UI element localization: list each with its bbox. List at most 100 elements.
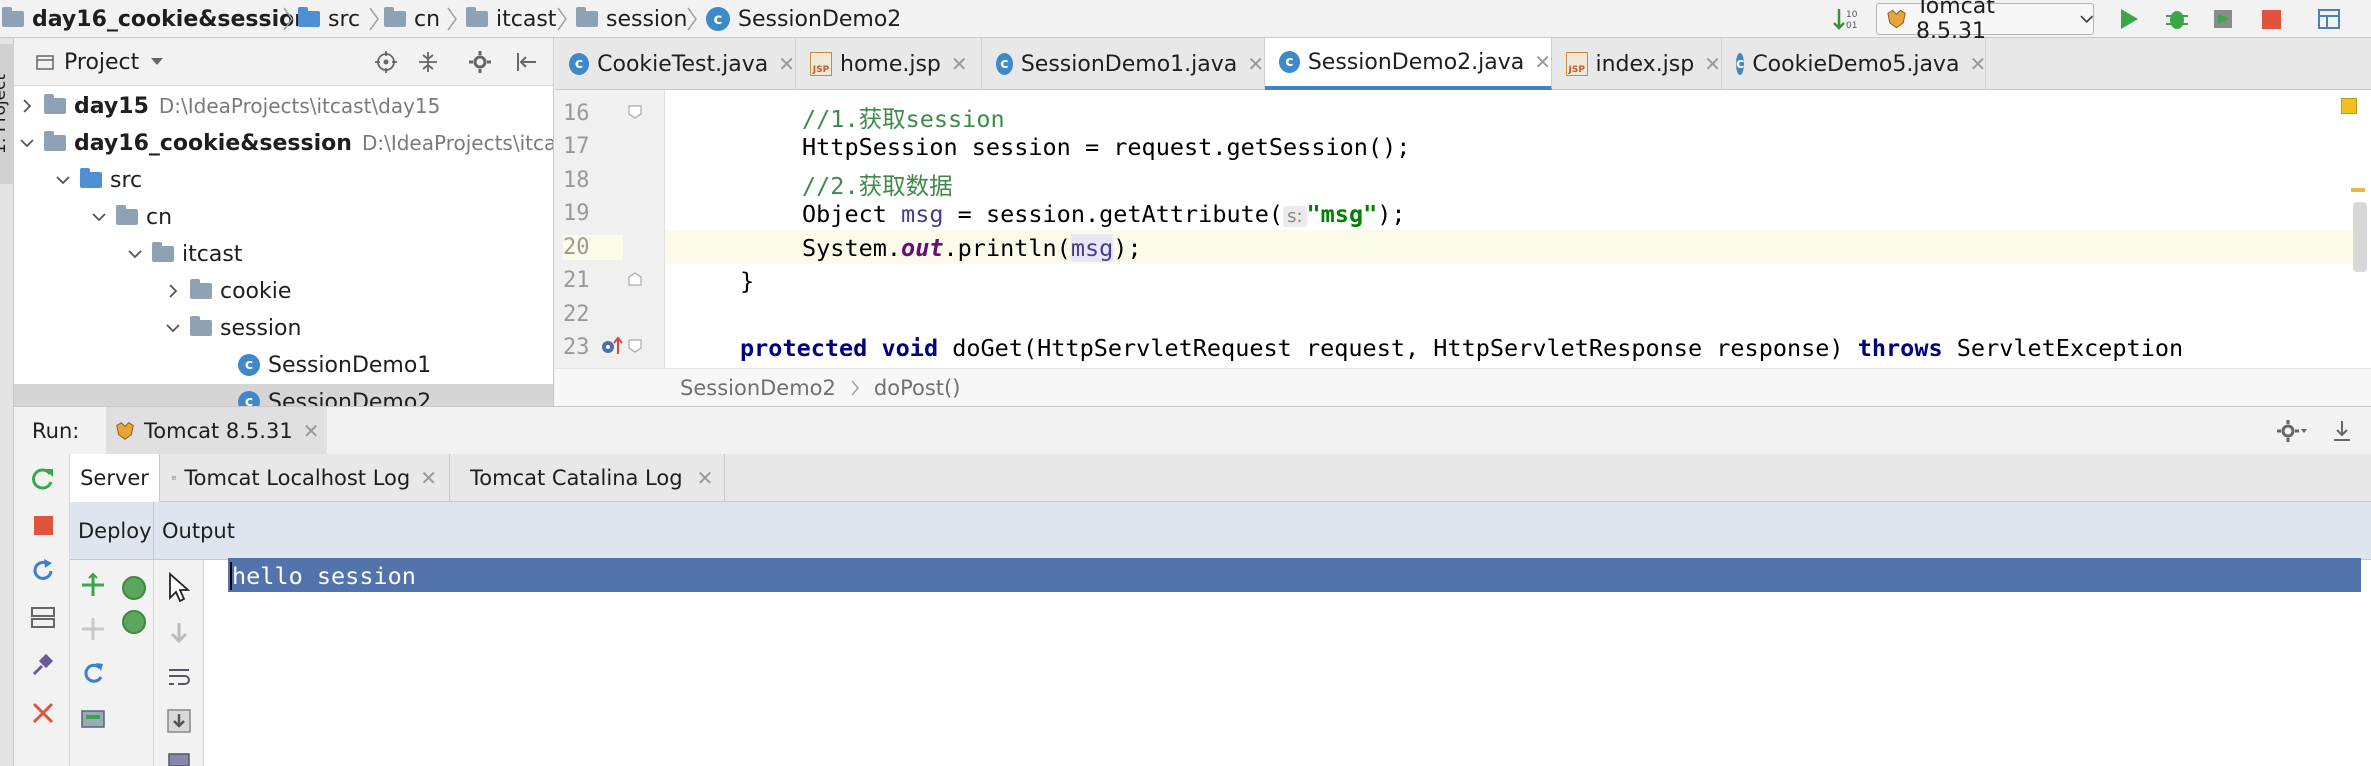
tree-item-sessiondemo1[interactable]: c SessionDemo1 xyxy=(238,347,431,383)
tree-item-cookie[interactable]: cookie xyxy=(190,273,291,309)
gear-icon[interactable] xyxy=(468,50,494,74)
locate-icon[interactable] xyxy=(374,50,398,74)
chevron-down-icon[interactable] xyxy=(128,247,142,261)
close-icon[interactable]: ✕ xyxy=(420,466,437,490)
close-icon[interactable]: ✕ xyxy=(303,419,320,443)
tree-item-src[interactable]: src xyxy=(80,162,142,198)
debug-icon[interactable] xyxy=(2164,6,2190,32)
print-icon[interactable] xyxy=(166,752,192,766)
code-line-23: protected void doGet(HttpServletRequest … xyxy=(740,334,2183,362)
fold-icon[interactable] xyxy=(627,338,643,354)
package-icon xyxy=(384,7,406,27)
run-actions-strip xyxy=(14,454,70,766)
close-icon[interactable]: ✕ xyxy=(1247,52,1264,76)
tomcat-icon xyxy=(116,422,134,440)
package-icon xyxy=(152,242,174,262)
code-line-17: HttpSession session = request.getSession… xyxy=(802,133,1410,161)
stop-icon[interactable] xyxy=(2258,6,2284,32)
chevron-down-icon[interactable] xyxy=(20,136,34,150)
redeploy-icon[interactable] xyxy=(80,660,106,686)
coverage-icon[interactable] xyxy=(2210,6,2236,32)
scroll-marker[interactable] xyxy=(2351,188,2365,192)
package-icon xyxy=(576,7,598,27)
code-line-18: //2.获取数据 xyxy=(802,167,953,201)
code-editor[interactable]: 16 17 18 19 20 21 22 23 //1.获取session Ht… xyxy=(555,90,2371,406)
hide-panel-icon[interactable] xyxy=(514,50,538,74)
tab-server[interactable]: Server xyxy=(70,454,160,502)
editor-breadcrumb-method[interactable]: doPost() xyxy=(874,376,961,400)
project-structure-icon[interactable] xyxy=(2316,6,2342,32)
stop-icon[interactable] xyxy=(30,512,56,538)
chevron-down-icon[interactable] xyxy=(166,321,180,335)
run-window-label: Run: xyxy=(32,419,80,443)
code-line-16: //1.获取session xyxy=(802,100,1005,134)
fold-icon[interactable] xyxy=(627,104,643,120)
soft-wrap-icon[interactable] xyxy=(166,664,192,690)
breadcrumb-class[interactable]: c SessionDemo2 xyxy=(706,0,901,38)
tab-sessiondemo2[interactable]: c SessionDemo2.java ✕ xyxy=(1265,38,1552,90)
breadcrumb-project[interactable]: day16_cookie&session xyxy=(2,0,310,38)
tree-item-day15[interactable]: day15 D:\IdeaProjects\itcast\day15 xyxy=(44,88,440,124)
run-configuration-select[interactable]: Tomcat 8.5.31 xyxy=(1876,0,2094,44)
breadcrumb-cn[interactable]: cn xyxy=(384,0,440,38)
tree-item-sessiondemo2[interactable]: c SessionDemo2 xyxy=(238,384,431,406)
close-icon[interactable] xyxy=(30,700,56,726)
tree-item-day16[interactable]: day16_cookie&session D:\IdeaProjects\itc… xyxy=(44,125,553,161)
breadcrumb-class-label: SessionDemo2 xyxy=(738,6,902,32)
tree-item-session[interactable]: session xyxy=(190,310,301,346)
console-output-line[interactable]: hello session xyxy=(232,559,416,593)
breadcrumb-itcast[interactable]: itcast xyxy=(466,0,556,38)
deployment-column-header[interactable]: Deploy xyxy=(70,502,154,560)
chevron-down-icon[interactable] xyxy=(56,173,70,187)
chevron-right-icon[interactable] xyxy=(20,99,34,113)
tab-tomcat-catalina-log[interactable]: Tomcat Catalina Log ✕ xyxy=(450,454,725,502)
close-icon[interactable]: ✕ xyxy=(951,52,968,76)
tab-sessiondemo1[interactable]: c SessionDemo1.java ✕ xyxy=(982,38,1265,90)
minimize-icon[interactable] xyxy=(2330,419,2354,443)
editor-gutter: 16 17 18 19 20 21 22 23 xyxy=(555,90,665,406)
deploy-icon[interactable] xyxy=(80,572,106,598)
tab-home-jsp[interactable]: JSP home.jsp ✕ xyxy=(796,38,982,90)
close-icon[interactable]: ✕ xyxy=(1969,52,1986,76)
close-icon[interactable]: ✕ xyxy=(778,52,795,76)
update-app-icon[interactable] xyxy=(30,558,56,584)
project-view-selector[interactable]: Project xyxy=(36,38,164,86)
breadcrumb-session[interactable]: session xyxy=(576,0,687,38)
sort-icon[interactable]: 1001 xyxy=(1832,6,1858,32)
editor-breadcrumb-class[interactable]: SessionDemo2 xyxy=(680,376,836,400)
fold-icon[interactable] xyxy=(627,271,643,287)
code-keyword: protected xyxy=(740,334,868,362)
gear-icon[interactable] xyxy=(2276,419,2308,443)
tab-cookiedemo5[interactable]: c CookieDemo5.java ✕ xyxy=(1722,38,1986,90)
code-text: ); xyxy=(1113,234,1142,262)
tree-item-cn[interactable]: cn xyxy=(116,199,172,235)
chevron-right-icon[interactable] xyxy=(166,284,180,298)
column-headers: Deploy Output xyxy=(70,502,2371,560)
inspection-status-icon[interactable] xyxy=(2341,98,2357,114)
override-method-icon[interactable] xyxy=(601,336,623,356)
rerun-icon[interactable] xyxy=(30,466,56,492)
artifact-icon[interactable] xyxy=(80,706,106,732)
project-tool-tab[interactable]: 1: Project xyxy=(0,44,14,184)
tree-item-itcast[interactable]: itcast xyxy=(152,236,242,272)
pin-icon[interactable] xyxy=(30,652,56,678)
run-config-tab[interactable]: Tomcat 8.5.31 ✕ xyxy=(106,407,328,455)
package-icon xyxy=(190,316,212,336)
code-text: doGet(HttpServletRequest request, HttpSe… xyxy=(938,334,1858,362)
run-icon[interactable] xyxy=(2116,6,2142,32)
close-icon[interactable]: ✕ xyxy=(1704,52,1721,76)
vertical-scrollbar-thumb[interactable] xyxy=(2353,202,2367,272)
close-icon[interactable]: ✕ xyxy=(1534,50,1551,74)
tab-index-jsp[interactable]: JSP index.jsp ✕ xyxy=(1552,38,1722,90)
export-log-icon[interactable] xyxy=(166,708,192,734)
tab-tomcat-localhost-log[interactable]: Tomcat Localhost Log ✕ xyxy=(160,454,450,502)
breadcrumb-src[interactable]: src xyxy=(298,0,360,38)
close-icon[interactable]: ✕ xyxy=(697,466,714,490)
output-column-header: Output xyxy=(162,502,235,560)
tree-item-label: SessionDemo2 xyxy=(268,389,432,407)
tab-cookietest[interactable]: c CookieTest.java ✕ xyxy=(555,38,796,90)
code-string: "msg" xyxy=(1306,200,1378,228)
chevron-down-icon[interactable] xyxy=(92,210,106,224)
layout-icon[interactable] xyxy=(30,604,56,630)
collapse-all-icon[interactable] xyxy=(416,50,440,74)
